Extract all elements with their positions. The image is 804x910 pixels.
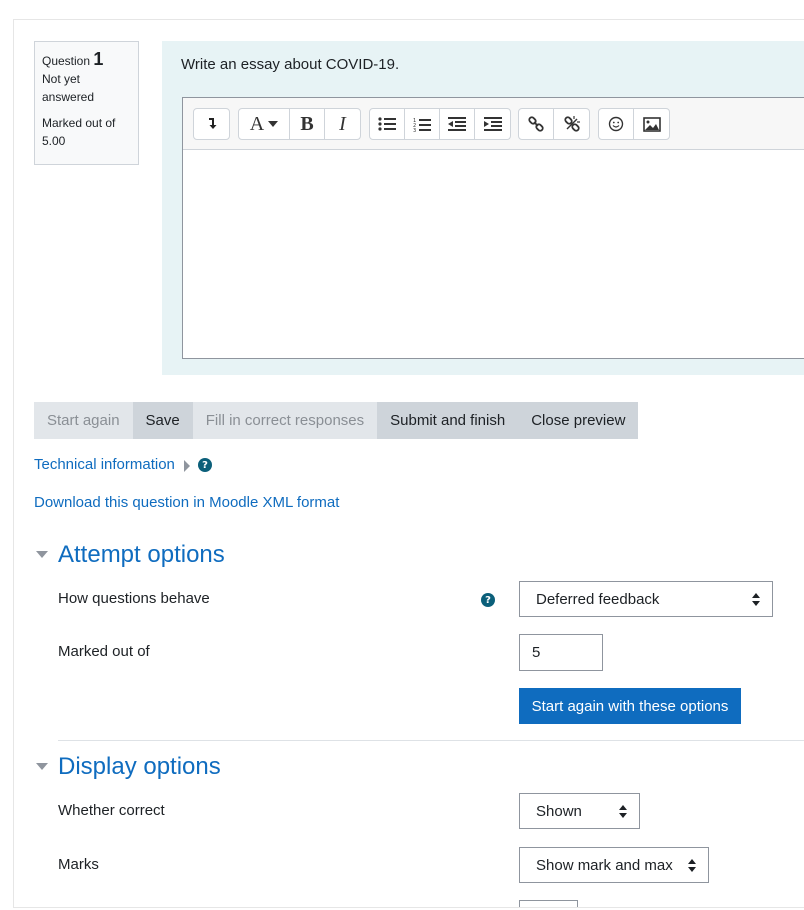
- collapse-icon[interactable]: [194, 109, 229, 139]
- submit-finish-button[interactable]: Submit and finish: [377, 402, 519, 439]
- italic-icon[interactable]: I: [325, 109, 360, 139]
- decimal-places-select[interactable]: [519, 900, 578, 907]
- start-again-options-button[interactable]: Start again with these options: [519, 688, 741, 724]
- emoji-icon[interactable]: [599, 109, 634, 139]
- question-status-line2: answered: [42, 90, 95, 104]
- help-icon[interactable]: ?: [198, 458, 212, 472]
- correct-select-value: Shown: [536, 802, 582, 820]
- page-content: Question 1 Not yet answered Marked out o…: [14, 20, 804, 907]
- save-button[interactable]: Save: [132, 402, 193, 439]
- collapse-caret-icon[interactable]: [36, 763, 48, 770]
- toolbar-group-links: [518, 108, 590, 140]
- fill-correct-button[interactable]: Fill in correct responses: [192, 402, 378, 439]
- start-again-button[interactable]: Start again: [34, 402, 133, 439]
- ordered-list-icon[interactable]: 123: [405, 109, 440, 139]
- toolbar-group-collapse: [193, 108, 230, 140]
- collapse-caret-icon[interactable]: [36, 551, 48, 558]
- marks-select[interactable]: Show mark and max: [519, 847, 709, 883]
- indent-icon[interactable]: [475, 109, 510, 139]
- marks-label: Marks: [58, 856, 99, 873]
- toolbar-group-lists: 123: [369, 108, 511, 140]
- font-glyph: A: [249, 112, 265, 135]
- italic-glyph: I: [339, 112, 346, 135]
- behave-label: How questions behave: [58, 590, 210, 607]
- outdent-icon[interactable]: [440, 109, 475, 139]
- toolbar-group-media: [598, 108, 670, 140]
- marks-select-value: Show mark and max: [536, 856, 673, 874]
- question-status-line1: Not yet: [42, 72, 81, 86]
- editor-toolbar: A B I 1 2 3: [183, 98, 804, 150]
- behave-select[interactable]: Deferred feedback: [519, 581, 773, 617]
- page-frame: Question 1 Not yet answered Marked out o…: [13, 19, 804, 908]
- correct-label: Whether correct: [58, 802, 165, 819]
- marked-label: Marked out of: [58, 643, 150, 660]
- unlink-icon[interactable]: [554, 109, 589, 139]
- toolbar-group-style: A B I: [238, 108, 361, 140]
- font-style-icon[interactable]: A: [239, 109, 290, 139]
- question-content: Write an essay about COVID-19. A B I 1 2…: [162, 41, 804, 375]
- select-arrows-icon: [619, 805, 627, 819]
- marked-input-value: 5: [532, 644, 541, 661]
- behave-select-value: Deferred feedback: [536, 590, 660, 608]
- question-label: Question: [42, 54, 91, 68]
- section-divider: [58, 740, 804, 741]
- bold-icon[interactable]: B: [290, 109, 325, 139]
- question-number: 1: [93, 49, 104, 69]
- close-preview-button[interactable]: Close preview: [518, 402, 639, 439]
- select-arrows-icon: [752, 593, 760, 607]
- svg-text:3: 3: [413, 128, 416, 132]
- question-mark-line2: 5.00: [42, 134, 66, 148]
- marked-input[interactable]: 5: [519, 634, 603, 671]
- unordered-list-icon[interactable]: [370, 109, 405, 139]
- image-icon[interactable]: [634, 109, 669, 139]
- link-icon[interactable]: [519, 109, 554, 139]
- technical-info-link[interactable]: Technical information: [34, 456, 175, 473]
- bold-glyph: B: [300, 112, 314, 135]
- question-mark-line1: Marked out of: [42, 116, 116, 130]
- correct-select[interactable]: Shown: [519, 793, 640, 829]
- question-heading: Question 1: [42, 50, 131, 70]
- preview-actions: Start again Save Fill in correct respons…: [34, 402, 639, 439]
- display-options-heading[interactable]: Display options: [58, 753, 221, 781]
- download-xml-link[interactable]: Download this question in Moodle XML for…: [34, 494, 339, 511]
- question-info: Question 1 Not yet answered Marked out o…: [34, 41, 139, 165]
- caret-right-icon[interactable]: [184, 460, 190, 472]
- select-arrows-icon: [688, 859, 696, 873]
- essay-editor[interactable]: A B I 1 2 3: [182, 97, 804, 359]
- attempt-options-heading[interactable]: Attempt options: [58, 541, 225, 569]
- question-text: Write an essay about COVID-19.: [181, 56, 400, 73]
- help-icon[interactable]: ?: [481, 593, 495, 607]
